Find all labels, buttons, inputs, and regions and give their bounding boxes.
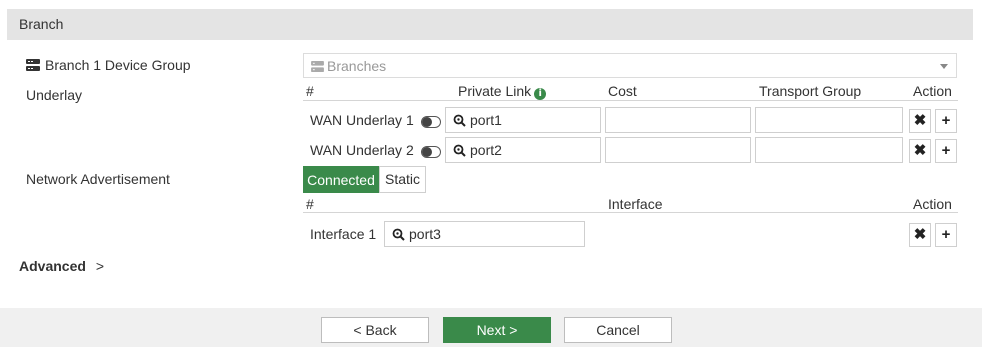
device-group-select-value: Branches — [311, 58, 386, 74]
interface-col-interface: Interface — [608, 196, 663, 212]
interface-row-name: Interface 1 — [310, 226, 377, 242]
private-link-input[interactable]: port2 — [445, 137, 601, 163]
remove-icon[interactable]: ✖ — [909, 223, 931, 247]
transport-group-input[interactable] — [755, 107, 903, 133]
add-icon[interactable]: + — [935, 109, 957, 133]
interface-col-action: Action — [913, 196, 952, 212]
cost-input[interactable] — [605, 107, 751, 133]
transport-group-input[interactable] — [755, 137, 903, 163]
device-group-select-text: Branches — [327, 58, 387, 74]
interface-col-index: # — [306, 196, 314, 212]
add-icon[interactable]: + — [935, 223, 957, 247]
underlay-toggle[interactable] — [421, 146, 441, 158]
underlay-header-divider — [303, 100, 958, 101]
interface-input[interactable]: port3 — [384, 221, 585, 247]
private-link-value: port1 — [470, 112, 502, 128]
underlay-col-transport-group: Transport Group — [759, 83, 862, 99]
segment-connected[interactable]: Connected — [303, 166, 379, 193]
underlay-row-name: WAN Underlay 2 — [310, 142, 414, 158]
advanced-toggle[interactable]: Advanced > — [19, 258, 104, 274]
private-link-value: port2 — [470, 142, 502, 158]
add-icon[interactable]: + — [935, 139, 957, 163]
underlay-label: Underlay — [26, 87, 83, 103]
server-stack-icon — [26, 59, 40, 71]
device-group-label: Branch 1 Device Group — [26, 57, 191, 73]
underlay-row-name: WAN Underlay 1 — [310, 112, 414, 128]
magnifier-icon — [392, 228, 405, 241]
underlay-col-action: Action — [913, 83, 952, 99]
device-group-select[interactable]: Branches — [303, 53, 957, 78]
network-advertisement-label: Network Advertisement — [26, 171, 170, 187]
remove-icon[interactable]: ✖ — [909, 139, 931, 163]
info-icon[interactable]: i — [534, 88, 547, 100]
private-link-input[interactable]: port1 — [445, 107, 601, 133]
chevron-down-icon — [940, 64, 948, 69]
underlay-toggle[interactable] — [421, 116, 441, 128]
chevron-right-icon: > — [95, 258, 104, 274]
remove-icon[interactable]: ✖ — [909, 109, 931, 133]
section-header: Branch — [7, 9, 973, 40]
device-group-label-text: Branch 1 Device Group — [45, 57, 191, 73]
underlay-col-private-link-text: Private Link — [458, 83, 532, 99]
cost-input[interactable] — [605, 137, 751, 163]
advanced-label: Advanced — [19, 258, 86, 274]
server-stack-icon — [311, 61, 324, 72]
underlay-col-cost: Cost — [608, 83, 637, 99]
segment-static[interactable]: Static — [379, 166, 426, 193]
magnifier-icon — [453, 144, 466, 157]
next-button[interactable]: Next > — [443, 317, 551, 343]
interface-header-divider — [303, 212, 958, 213]
underlay-col-private-link: Private Link i — [458, 83, 547, 100]
back-button[interactable]: < Back — [321, 317, 429, 343]
section-title: Branch — [19, 16, 64, 32]
wizard-footer: < Back Next > Cancel — [0, 308, 982, 347]
magnifier-icon — [453, 114, 466, 127]
interface-value: port3 — [409, 226, 441, 242]
cancel-button[interactable]: Cancel — [564, 317, 672, 343]
underlay-col-index: # — [306, 83, 314, 99]
